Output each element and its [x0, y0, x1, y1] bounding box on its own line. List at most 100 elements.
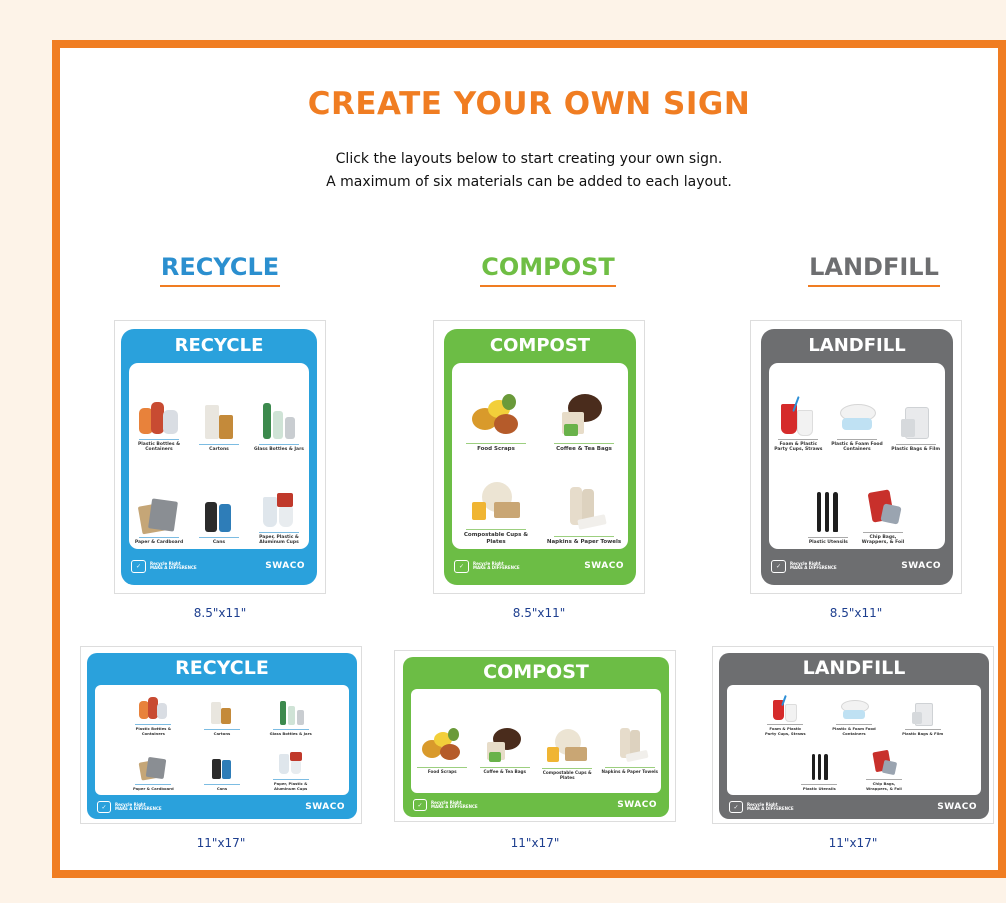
item-cans: Cans [189, 456, 249, 549]
sign-footer: ✓ Recycle Right MAKE A DIFFERENCE SWACO [413, 797, 657, 813]
food-containers-image [836, 396, 878, 436]
item-plastic-bags: Plastic Bags & Film [888, 685, 957, 740]
compost-heading: COMPOST [438, 253, 658, 289]
landfill-heading: LANDFILL [764, 253, 984, 289]
item-party-cups: Foam & Plastic Party Cups, Straws [751, 685, 820, 740]
compostable-cups-image [468, 478, 524, 526]
landfill-letter-sign: LANDFILL Foam & Plastic Party Cups, Stra… [761, 329, 953, 585]
create-sign-panel: CREATE YOUR OWN SIGN Click the layouts b… [52, 40, 1006, 878]
recycle-right-logo-icon: ✓ [729, 801, 743, 813]
item-compostable-cups: Compostable Cups & Plates [536, 689, 599, 793]
item-paper-cardboard: Paper & Cardboard [129, 456, 189, 549]
item-coffee-tea: Coffee & Tea Bags [540, 363, 628, 456]
item-food-containers: Plastic & Foam Food Containers [828, 363, 887, 456]
item-cartons: Cartons [189, 363, 249, 456]
item-compostable-cups: Compostable Cups & Plates [452, 456, 540, 549]
sign-footer: ✓ Recycle Right MAKE A DIFFERENCE SWACO [131, 557, 305, 575]
item-glass-bottles: Glass Bottles & Jars [249, 363, 309, 456]
recycle-heading: RECYCLE [110, 253, 330, 289]
landfill-tabloid-size-label: 11"x17" [828, 836, 878, 850]
item-plastic-utensils: Plastic Utensils [785, 740, 854, 795]
sign-footer: ✓ Recycle Right MAKE A DIFFERENCE SWACO [729, 799, 977, 815]
coffee-tea-image [556, 392, 612, 440]
recycle-tabloid-size-label: 11"x17" [196, 836, 246, 850]
item-coffee-tea: Coffee & Tea Bags [474, 689, 537, 793]
page-title: CREATE YOUR OWN SIGN [307, 86, 751, 122]
sign-footer: ✓ Recycle Right MAKE A DIFFERENCE SWACO [454, 557, 624, 575]
item-plastic-utensils: Plastic Utensils [799, 456, 858, 549]
item-chip-bags: Chip Bags, Wrappers, & Foil [854, 456, 913, 549]
item-chip-bags: Chip Bags, Wrappers, & Foil [850, 740, 919, 795]
sign-items-area: Foam & Plastic Party Cups, Straws Plasti… [769, 363, 945, 549]
recycle-letter-layout[interactable]: RECYCLE Plastic Bottles & Containers Car… [114, 320, 326, 594]
swaco-logo: SWACO [265, 561, 305, 571]
plastic-utensils-image [807, 490, 849, 534]
recycle-letter-sign: RECYCLE Plastic Bottles & Containers Car… [121, 329, 317, 585]
item-paper-cardboard: Paper & Cardboard [119, 740, 188, 795]
plastic-bottles-image [137, 398, 181, 436]
landfill-tabloid-layout[interactable]: LANDFILL Foam & Plastic Party Cups, Stra… [712, 646, 994, 824]
paper-cardboard-image [137, 496, 180, 535]
recycle-tabloid-layout[interactable]: RECYCLE Plastic Bottles & Containers Car… [80, 646, 362, 824]
item-napkins: Napkins & Paper Towels [540, 456, 628, 549]
item-food-scraps: Food Scraps [452, 363, 540, 456]
item-cans: Cans [188, 740, 257, 795]
sign-items-area: Plastic Bottles & Containers Cartons Gla… [129, 363, 309, 549]
party-cups-image [777, 395, 819, 436]
item-party-cups: Foam & Plastic Party Cups, Straws [769, 363, 828, 456]
glass-bottles-image [259, 401, 299, 441]
cans-image [199, 496, 239, 534]
swaco-logo: SWACO [617, 800, 657, 810]
recycle-right-logo-icon: ✓ [454, 559, 469, 573]
recycle-right-logo-icon: ✓ [131, 559, 146, 573]
recycle-tabloid-sign: RECYCLE Plastic Bottles & Containers Car… [87, 653, 357, 819]
swaco-logo: SWACO [937, 802, 977, 812]
sign-title: RECYCLE [174, 335, 264, 356]
intro-line-1: Click the layouts below to start creatin… [335, 151, 723, 167]
landfill-tabloid-sign: LANDFILL Foam & Plastic Party Cups, Stra… [719, 653, 989, 819]
plastic-bags-image [895, 401, 937, 441]
compost-letter-sign: COMPOST Food Scraps Coffee & Tea Bags Co… [444, 329, 636, 585]
recycle-letter-size-label: 8.5"x11" [193, 606, 247, 620]
sign-footer: ✓ Recycle Right MAKE A DIFFERENCE SWACO [97, 799, 345, 815]
recycle-right-logo-icon: ✓ [771, 559, 786, 573]
sign-items-area: Plastic Bottles & Containers Cartons Gla… [95, 685, 349, 795]
sign-title: COMPOST [489, 335, 591, 356]
napkins-image [556, 485, 612, 533]
sign-title: LANDFILL [802, 657, 906, 679]
sign-title: COMPOST [483, 661, 589, 683]
sign-title: LANDFILL [808, 335, 906, 356]
landfill-letter-size-label: 8.5"x11" [829, 606, 883, 620]
item-cups: Paper, Plastic & Aluminum Cups [249, 456, 309, 549]
item-plastic-bottles: Plastic Bottles & Containers [119, 685, 188, 740]
sign-title: RECYCLE [175, 657, 269, 679]
compost-letter-size-label: 8.5"x11" [512, 606, 566, 620]
cups-image [259, 491, 299, 529]
item-napkins: Napkins & Paper Towels [599, 689, 662, 793]
landfill-letter-layout[interactable]: LANDFILL Foam & Plastic Party Cups, Stra… [750, 320, 962, 594]
item-food-scraps: Food Scraps [411, 689, 474, 793]
food-scraps-image [468, 392, 524, 440]
sign-items-area: Food Scraps Coffee & Tea Bags Compostabl… [411, 689, 661, 793]
item-plastic-bottles: Plastic Bottles & Containers [129, 363, 189, 456]
chip-bags-image [862, 485, 904, 529]
intro-line-2: A maximum of six materials can be added … [326, 174, 732, 190]
item-cartons: Cartons [188, 685, 257, 740]
intro-text: Click the layouts below to start creatin… [60, 148, 998, 194]
swaco-logo: SWACO [901, 561, 941, 571]
item-food-containers: Plastic & Foam Food Containers [820, 685, 889, 740]
compost-tabloid-layout[interactable]: COMPOST Food Scraps Coffee & Tea Bags Co… [394, 650, 676, 822]
item-glass-bottles: Glass Bottles & Jars [256, 685, 325, 740]
item-plastic-bags: Plastic Bags & Film [886, 363, 945, 456]
swaco-logo: SWACO [305, 802, 345, 812]
sign-items-area: Food Scraps Coffee & Tea Bags Compostabl… [452, 363, 628, 549]
recycle-right-logo-icon: ✓ [97, 801, 111, 813]
compost-tabloid-size-label: 11"x17" [510, 836, 560, 850]
item-cups: Paper, Plastic & Aluminum Cups [256, 740, 325, 795]
compost-letter-layout[interactable]: COMPOST Food Scraps Coffee & Tea Bags Co… [433, 320, 645, 594]
sign-items-area: Foam & Plastic Party Cups, Straws Plasti… [727, 685, 981, 795]
recycle-right-logo-icon: ✓ [413, 799, 427, 811]
sign-footer: ✓ Recycle Right MAKE A DIFFERENCE SWACO [771, 557, 941, 575]
compost-tabloid-sign: COMPOST Food Scraps Coffee & Tea Bags Co… [403, 657, 669, 817]
swaco-logo: SWACO [584, 561, 624, 571]
